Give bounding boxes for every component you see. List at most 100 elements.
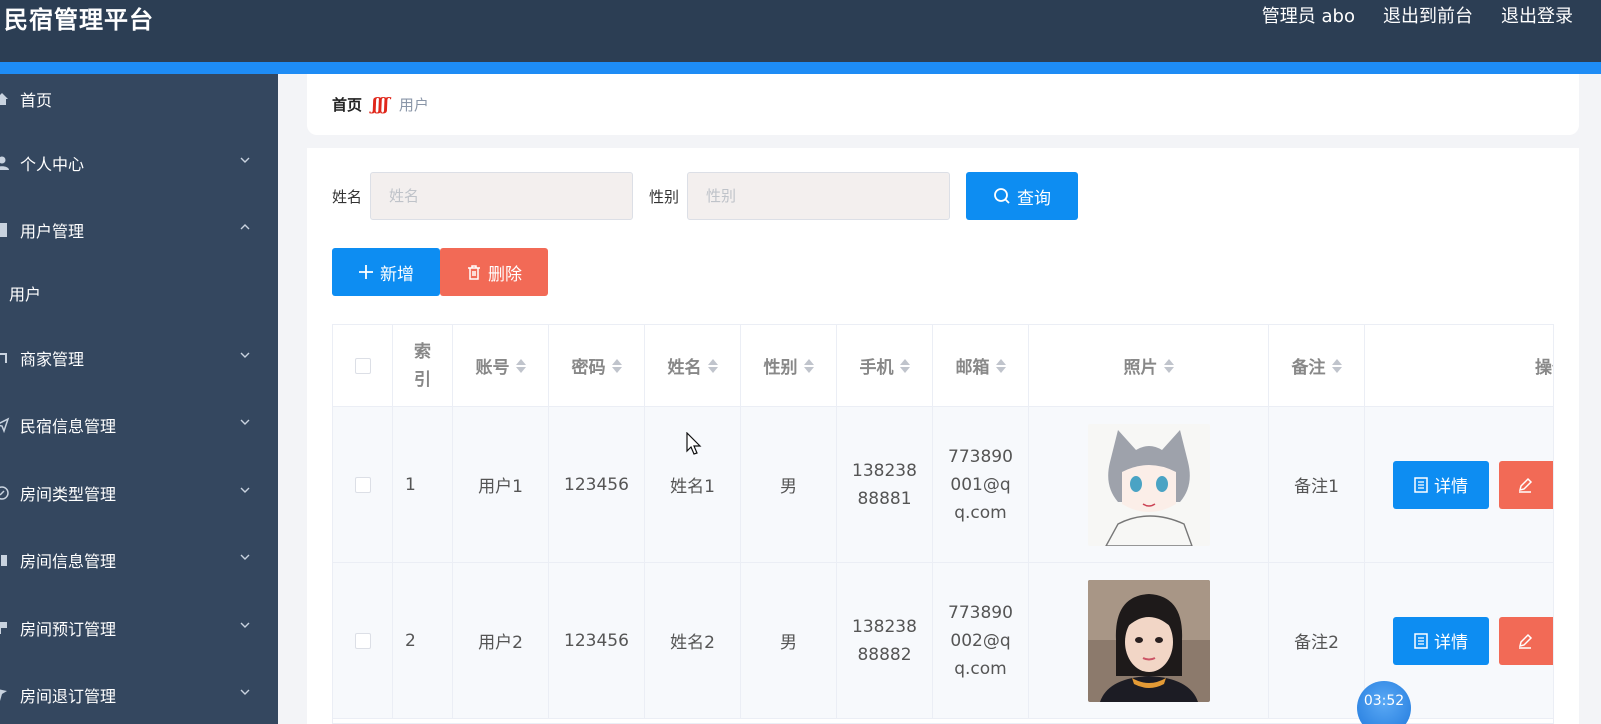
admin-user-link[interactable]: 管理员 abo [1262,2,1355,28]
edit-button[interactable] [1499,616,1553,665]
sidebar-item-home[interactable]: 首页 [0,74,278,124]
sidebar-item-room-type[interactable]: 房间类型管理 [0,468,278,518]
row-remark: 备注2 [1269,563,1365,718]
bookmark-icon [0,620,14,636]
compass-icon [0,485,14,501]
header-email[interactable]: 邮箱 [933,325,1029,406]
query-button[interactable]: 查询 [966,172,1079,220]
table-row: 1 用户1 123456 姓名1 男 13823888881 773890001… [333,407,1553,563]
sort-icon [611,358,622,373]
delete-button[interactable]: 删除 [440,248,548,296]
header-accent-bar [0,62,1601,74]
row-checkbox[interactable] [354,632,371,649]
breadcrumb-home[interactable]: 首页 [332,94,362,115]
detail-button[interactable]: 详情 [1393,616,1489,665]
sidebar-item-personal-center[interactable]: 个人中心 [0,138,278,188]
exit-to-frontend-link[interactable]: 退出到前台 [1383,2,1473,28]
app-title: 民宿管理平台 [4,6,154,34]
search-icon [994,188,1010,204]
plus-icon [359,265,373,279]
add-button-label: 新增 [380,264,414,285]
detail-button-label: 详情 [1434,633,1468,653]
action-bar: 新增 删除 [332,248,548,296]
trash-icon [468,265,480,280]
document-icon [0,222,14,238]
header-phone[interactable]: 手机 [837,325,933,406]
chevron-down-icon [240,157,250,163]
chevron-down-icon [240,487,250,493]
header-name[interactable]: 姓名 [645,325,741,406]
row-phone: 13823888881 [852,460,917,509]
gender-search-input[interactable] [687,172,951,220]
sidebar-item-room-booking[interactable]: 房间预订管理 [0,603,278,653]
user-photo[interactable] [1087,579,1210,702]
top-header: 民宿管理平台 管理员 abo 退出到前台 退出登录 [0,0,1601,62]
header-index: 索引 [393,325,453,406]
header-password[interactable]: 密码 [549,325,645,406]
sidebar-item-merchant-management[interactable]: 商家管理 [0,333,278,383]
mouse-cursor-icon [686,432,702,455]
row-checkbox[interactable] [354,476,371,493]
name-label: 姓名 [332,187,363,206]
send-icon [0,417,14,434]
sort-icon [1331,358,1342,373]
header-gender[interactable]: 性别 [741,325,837,406]
chevron-down-icon [240,352,250,358]
shop-icon [0,350,14,366]
sort-icon [899,358,910,373]
select-all-checkbox[interactable] [354,357,371,374]
content-card: 姓名 性别 查询 新增 删除 索引 账号 密码 姓名 性别 手机 邮箱 [307,148,1579,724]
header-nav: 管理员 abo 退出到前台 退出登录 [1262,2,1573,28]
sort-icon [803,358,814,373]
users-table: 索引 账号 密码 姓名 性别 手机 邮箱 照片 备注 操作 1 用户1 1234… [332,324,1554,724]
sort-icon [515,358,526,373]
header-select-all [333,325,393,406]
row-account: 用户2 [453,563,549,718]
search-bar: 姓名 性别 查询 [332,172,1079,220]
chevron-down-icon [240,419,250,425]
table-header: 索引 账号 密码 姓名 性别 手机 邮箱 照片 备注 操作 [333,325,1553,407]
building-icon [0,552,14,568]
logout-link[interactable]: 退出登录 [1501,2,1573,28]
user-icon [0,155,14,171]
query-button-label: 查询 [1017,188,1052,209]
sidebar: 首页 个人中心 用户管理 用户 商家管理 民宿信息管理 房间类型管理 房间信息管… [0,74,278,724]
row-index: 1 [393,407,453,562]
header-photo[interactable]: 照片 [1029,325,1269,406]
sort-icon [707,358,718,373]
add-button[interactable]: 新增 [332,248,440,296]
row-gender: 男 [741,563,837,718]
edit-icon [1518,633,1533,649]
name-search-input[interactable] [370,172,634,220]
sidebar-item-user-management[interactable]: 用户管理 [0,205,278,255]
user-photo[interactable] [1087,423,1210,546]
breadcrumb-separator: ʃʃʃ [372,94,389,115]
row-remark: 备注1 [1269,407,1365,562]
row-index: 2 [393,563,453,718]
header-remark[interactable]: 备注 [1269,325,1365,406]
sidebar-item-label: 用户 [9,285,42,304]
chevron-down-icon [240,554,250,560]
sidebar-subitem-users[interactable]: 用户 [0,268,278,318]
document-icon [1414,476,1428,493]
breadcrumb: 首页 ʃʃʃ 用户 [307,74,1579,135]
breadcrumb-current: 用户 [398,96,429,114]
sidebar-item-room-info[interactable]: 房间信息管理 [0,535,278,585]
home-icon [0,91,14,107]
gender-label: 性别 [649,187,680,206]
detail-button[interactable]: 详情 [1393,460,1489,509]
sidebar-item-homestay-info[interactable]: 民宿信息管理 [0,400,278,450]
sidebar-item-room-cancellation[interactable]: 房间退订管理 [0,670,278,720]
sidebar-item-label: 首页 [20,91,53,110]
sort-icon [1163,358,1174,373]
row-password: 123456 [549,407,645,562]
row-name: 姓名1 [645,407,741,562]
chevron-down-icon [240,622,250,628]
row-password: 123456 [549,563,645,718]
row-gender: 男 [741,407,837,562]
row-email: 773890002@qq.com [948,602,1013,679]
document-icon [1414,632,1428,649]
flag-icon [0,687,14,703]
edit-button[interactable] [1499,460,1553,509]
header-account[interactable]: 账号 [453,325,549,406]
